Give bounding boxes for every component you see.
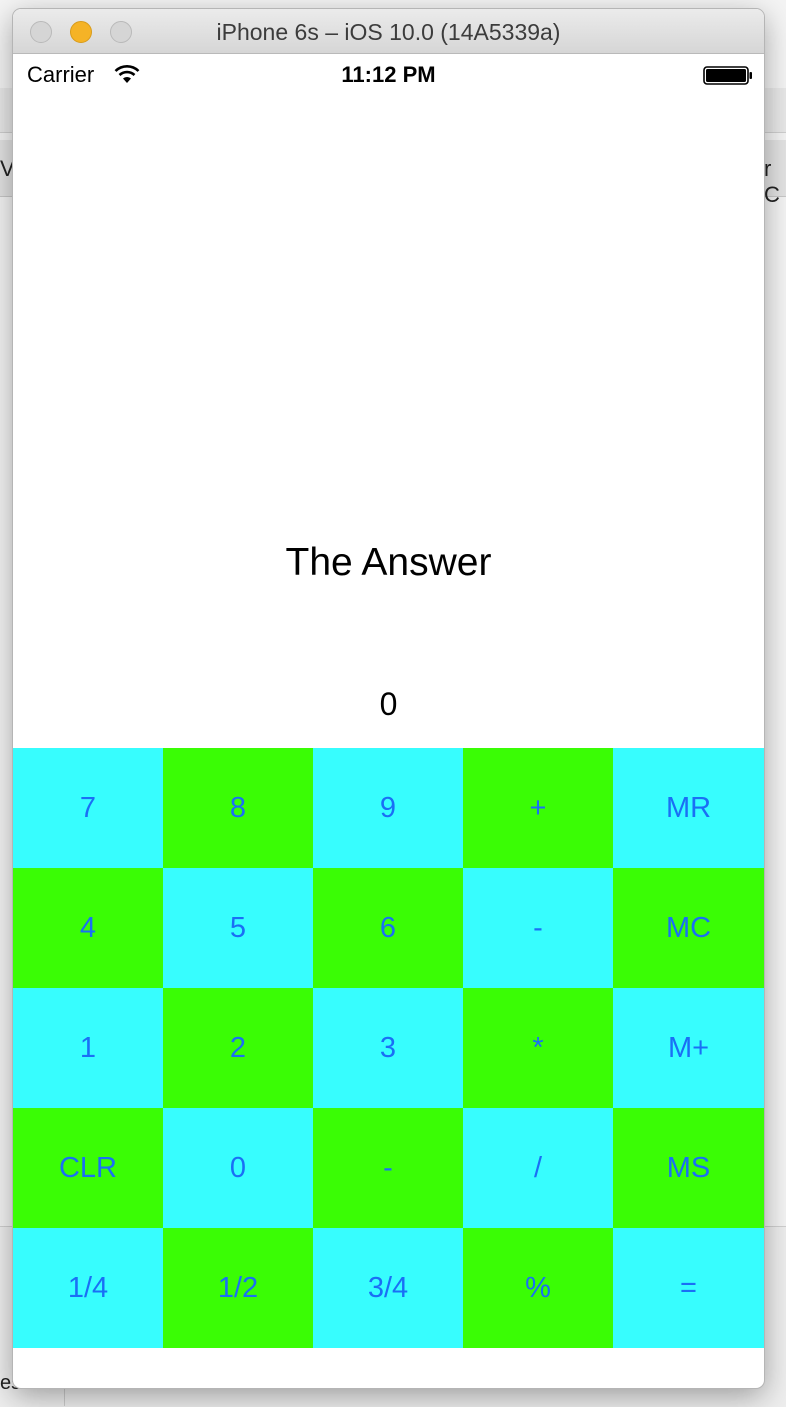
key-memory-clear-button[interactable]: MC xyxy=(613,868,764,988)
key-3-button[interactable]: 3 xyxy=(313,988,463,1108)
key-minus-button[interactable]: - xyxy=(463,868,613,988)
key-divide-button[interactable]: / xyxy=(463,1108,613,1228)
battery-icon xyxy=(703,66,752,85)
key-three-quarters-button[interactable]: 3/4 xyxy=(313,1228,463,1348)
key-clear-button[interactable]: CLR xyxy=(13,1108,163,1228)
background-tab-label-right[interactable]: r C xyxy=(764,156,786,208)
simulator-titlebar[interactable]: iPhone 6s – iOS 10.0 (14A5339a) xyxy=(13,9,764,54)
key-1-button[interactable]: 1 xyxy=(13,988,163,1108)
key-4-button[interactable]: 4 xyxy=(13,868,163,988)
window-title: iPhone 6s – iOS 10.0 (14A5339a) xyxy=(216,19,561,45)
result-display: 0 xyxy=(379,686,398,722)
simulator-window: iPhone 6s – iOS 10.0 (14A5339a) Carrier … xyxy=(13,9,764,1388)
key-5-button[interactable]: 5 xyxy=(163,868,313,988)
key-multiply-button[interactable]: * xyxy=(463,988,613,1108)
key-memory-store-button[interactable]: MS xyxy=(613,1108,764,1228)
calculator-keypad: 7 8 9 + MR 4 5 6- MC 1 2 3 * M+ CLR 0- / MS 1/4 1/2 3/4% = xyxy=(13,748,764,1348)
answer-title-label: The Answer xyxy=(285,541,492,584)
ios-status-bar: Carrier 11:12 PM xyxy=(13,54,764,94)
key-percent-button[interactable]: % xyxy=(463,1228,613,1348)
key-memory-add-button[interactable]: M+ xyxy=(613,988,764,1108)
key-2-button[interactable]: 2 xyxy=(163,988,313,1108)
key-7-button[interactable]: 7 xyxy=(13,748,163,868)
key-negate-button[interactable]: - xyxy=(313,1108,463,1228)
key-6-button[interactable]: 6 xyxy=(313,868,463,988)
key-equals-button[interactable]: = xyxy=(613,1228,764,1348)
key-quarter-button[interactable]: 1/4 xyxy=(13,1228,163,1348)
key-9-button[interactable]: 9 xyxy=(313,748,463,868)
status-time: 11:12 PM xyxy=(341,62,436,87)
key-memory-recall-button[interactable]: MR xyxy=(613,748,764,868)
key-plus-button[interactable]: + xyxy=(463,748,613,868)
key-0-button[interactable]: 0 xyxy=(163,1108,313,1228)
key-8-button[interactable]: 8 xyxy=(163,748,313,868)
key-half-button[interactable]: 1/2 xyxy=(163,1228,313,1348)
